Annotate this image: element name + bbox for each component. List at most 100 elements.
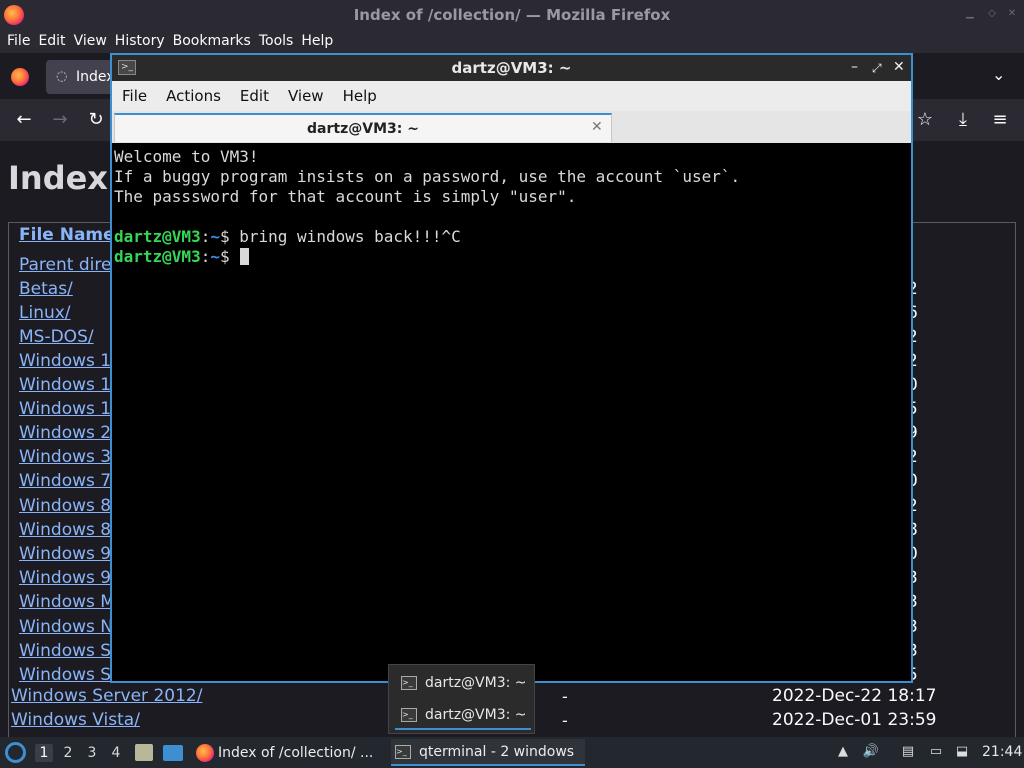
list-item-link[interactable]: Windows 20 bbox=[19, 423, 122, 443]
minimize-icon[interactable]: – bbox=[851, 59, 858, 75]
list-item-link[interactable]: Windows 98 bbox=[19, 568, 122, 588]
show-desktop-icon[interactable] bbox=[163, 745, 183, 761]
list-item-link[interactable]: Windows 11 bbox=[19, 399, 122, 419]
menu-tools[interactable]: Tools bbox=[259, 33, 294, 49]
terminal-app-icon: >_ bbox=[118, 60, 136, 75]
hamburger-menu-icon[interactable]: ≡ bbox=[988, 108, 1012, 132]
list-item-link[interactable]: Windows 1. bbox=[19, 351, 117, 371]
network-icon[interactable]: ▭ bbox=[927, 743, 945, 761]
list-item-link[interactable]: Windows 7/ bbox=[19, 471, 117, 491]
terminal-menu-actions[interactable]: Actions bbox=[166, 87, 221, 105]
list-item-link[interactable]: Windows NT bbox=[19, 617, 123, 637]
menu-bookmarks[interactable]: Bookmarks bbox=[173, 33, 251, 49]
terminal-menubar: File Actions Edit View Help bbox=[112, 81, 911, 111]
maximize-icon[interactable]: ⤢ bbox=[872, 61, 882, 76]
clipboard-icon[interactable]: ▤ bbox=[899, 743, 917, 761]
prompt-separator: : bbox=[200, 227, 211, 246]
taskbar-window-list-popup: >_ dartz@VM3: ~ >_ dartz@VM3: ~ bbox=[388, 664, 535, 734]
list-item-size: - bbox=[562, 687, 568, 706]
list-item-link[interactable]: Linux/ bbox=[19, 303, 71, 323]
list-item-link[interactable]: Parent direc bbox=[19, 255, 121, 275]
terminal-icon: >_ bbox=[401, 676, 417, 690]
back-icon[interactable]: ← bbox=[12, 108, 36, 132]
bookmark-star-icon[interactable]: ☆ bbox=[913, 108, 937, 132]
close-icon[interactable]: ✕ bbox=[893, 59, 905, 75]
terminal-tab[interactable]: dartz@VM3: ~ ✕ bbox=[114, 113, 612, 142]
prompt-path: ~ bbox=[210, 247, 220, 266]
terminal-menu-view[interactable]: View bbox=[288, 87, 324, 105]
terminal-prompt-line: dartz@VM3:~$ bbox=[114, 247, 909, 267]
terminal-menu-help[interactable]: Help bbox=[343, 87, 377, 105]
window-list-item-label: dartz@VM3: ~ bbox=[425, 707, 527, 723]
close-icon[interactable]: ✕ bbox=[1006, 8, 1018, 20]
maximize-icon[interactable]: ◇ bbox=[986, 8, 998, 20]
menu-view[interactable]: View bbox=[74, 33, 107, 49]
workspace-3[interactable]: 3 bbox=[83, 744, 101, 762]
menu-file[interactable]: File bbox=[7, 33, 30, 49]
window-list-item[interactable]: >_ dartz@VM3: ~ bbox=[395, 702, 531, 730]
terminal-cursor bbox=[240, 248, 250, 265]
chevron-down-icon[interactable]: ⌄ bbox=[992, 65, 1005, 84]
workspace-1[interactable]: 1 bbox=[35, 744, 53, 762]
forward-icon[interactable]: → bbox=[48, 108, 72, 132]
prompt-symbol: $ bbox=[219, 227, 240, 246]
terminal-tab-title: dartz@VM3: ~ bbox=[307, 120, 419, 137]
prompt-path: ~ bbox=[210, 227, 220, 246]
menu-history[interactable]: History bbox=[115, 33, 165, 49]
prompt-user: dartz@VM3 bbox=[114, 227, 201, 246]
menu-edit[interactable]: Edit bbox=[38, 33, 65, 49]
firefox-titlebar: Index of /collection/ — Mozilla Firefox bbox=[0, 0, 1024, 29]
file-manager-icon[interactable] bbox=[135, 744, 153, 761]
terminal-icon: >_ bbox=[395, 744, 411, 759]
firefox-logo-icon bbox=[4, 5, 24, 25]
tab-close-icon[interactable]: ✕ bbox=[591, 119, 603, 135]
task-qterminal[interactable]: >_ qterminal - 2 windows bbox=[391, 739, 585, 766]
firefox-icon bbox=[196, 743, 214, 762]
terminal-line: The passsword for that account is simply… bbox=[114, 187, 577, 206]
minimize-icon[interactable]: ▁ bbox=[964, 8, 976, 20]
terminal-menu-edit[interactable]: Edit bbox=[240, 87, 269, 105]
workspace-2[interactable]: 2 bbox=[59, 744, 77, 762]
start-menu-icon[interactable] bbox=[5, 742, 26, 763]
list-item-link[interactable]: Windows Vista/ bbox=[11, 710, 140, 730]
terminal-icon: >_ bbox=[401, 708, 417, 722]
firefox-menubar: File Edit View History Bookmarks Tools H… bbox=[0, 29, 1024, 53]
list-item-link[interactable]: Windows M bbox=[19, 592, 115, 612]
terminal-tabbar: dartz@VM3: ~ ✕ bbox=[112, 111, 911, 143]
list-item-link[interactable]: Windows Se bbox=[19, 665, 122, 685]
browser-tab[interactable]: ◌ Index bbox=[46, 60, 116, 94]
list-item-link[interactable]: Windows Server 2012/ bbox=[11, 686, 202, 706]
list-item-link[interactable]: Windows Se bbox=[19, 641, 122, 661]
list-item-date: 2022-Dec-22 18:17 bbox=[772, 686, 937, 706]
list-item-link[interactable]: Windows 8/ bbox=[19, 496, 117, 516]
list-item-link[interactable]: Windows 3. bbox=[19, 447, 117, 467]
list-item-link[interactable]: Betas/ bbox=[19, 279, 73, 299]
update-notifier-icon[interactable]: ⬓ bbox=[953, 743, 971, 761]
window-list-item[interactable]: >_ dartz@VM3: ~ bbox=[395, 669, 531, 697]
browser-tab-title: Index bbox=[76, 69, 115, 85]
menu-help[interactable]: Help bbox=[301, 33, 333, 49]
task-firefox[interactable]: Index of /collection/ ... bbox=[192, 739, 382, 766]
tray-arrow-icon[interactable]: ▲ bbox=[834, 743, 852, 761]
workspace-4[interactable]: 4 bbox=[107, 744, 125, 762]
column-header-filename[interactable]: File Name bbox=[19, 225, 115, 245]
firefox-view-icon[interactable] bbox=[11, 68, 29, 86]
window-list-item-label: dartz@VM3: ~ bbox=[425, 675, 527, 691]
reload-icon[interactable]: ↻ bbox=[84, 108, 108, 132]
prompt-user: dartz@VM3 bbox=[114, 247, 201, 266]
task-firefox-label: Index of /collection/ ... bbox=[218, 744, 374, 761]
list-item-link[interactable]: Windows 10 bbox=[19, 375, 122, 395]
clock[interactable]: 21:44 bbox=[982, 744, 1022, 760]
list-item-link[interactable]: Windows 8. bbox=[19, 520, 117, 540]
terminal-command: bring windows back!!!^C bbox=[239, 227, 461, 246]
prompt-symbol: $ bbox=[219, 247, 240, 266]
terminal-window-title: dartz@VM3: ~ bbox=[451, 59, 572, 77]
terminal-menu-file[interactable]: File bbox=[122, 87, 147, 105]
terminal-output[interactable]: Welcome to VM3! If a buggy program insis… bbox=[112, 143, 911, 681]
download-icon[interactable]: ⤓ bbox=[951, 108, 975, 132]
volume-icon[interactable]: 🔊 bbox=[862, 743, 880, 761]
list-item-link[interactable]: Windows 95 bbox=[19, 544, 122, 564]
list-item-size: - bbox=[562, 711, 568, 730]
qterminal-window: dartz@VM3: ~ >_ – ⤢ ✕ File Actions Edit … bbox=[110, 53, 913, 683]
list-item-link[interactable]: MS-DOS/ bbox=[19, 327, 94, 347]
